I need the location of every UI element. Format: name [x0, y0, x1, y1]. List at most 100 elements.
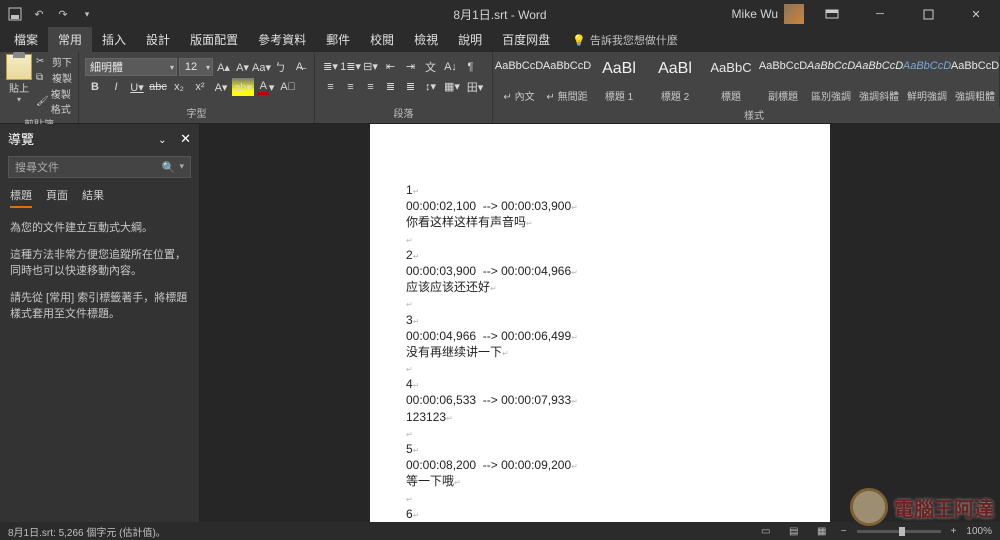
distributed-button[interactable]: ≣ [401, 78, 420, 95]
doc-line[interactable]: 2↵ [406, 247, 794, 263]
doc-line[interactable]: 等一下哦↵ [406, 473, 794, 489]
strike-button[interactable]: abc [148, 78, 168, 96]
doc-line[interactable]: 你看这样这样有声音吗↵ [406, 214, 794, 230]
tab-references[interactable]: 參考資料 [248, 27, 316, 52]
group-paragraph-label: 段落 [321, 105, 486, 123]
change-case-button[interactable]: Aa▾ [253, 59, 270, 76]
bullets-button[interactable]: ≣▾ [321, 58, 340, 75]
tab-insert[interactable]: 插入 [92, 27, 136, 52]
print-layout-icon[interactable]: ▤ [785, 524, 803, 538]
document-area[interactable]: 1↵00:00:02,100 --> 00:00:03,900↵你看这样这样有声… [200, 124, 1000, 522]
shading-button[interactable]: ▦▾ [441, 78, 463, 95]
nav-close-icon[interactable]: ✕ [180, 131, 191, 146]
tab-home[interactable]: 常用 [48, 27, 92, 52]
nav-dropdown-icon[interactable]: ⌄ [158, 135, 166, 146]
web-layout-icon[interactable]: ▦ [813, 524, 831, 538]
tell-me-label: 告訴我您想做什麼 [590, 32, 678, 48]
sort-button[interactable]: A↓ [441, 58, 460, 75]
doc-line[interactable]: 4↵ [406, 376, 794, 392]
tab-design[interactable]: 設計 [136, 27, 180, 52]
subscript-button[interactable]: x₂ [169, 78, 189, 96]
close-button[interactable]: ✕ [956, 0, 996, 28]
enclose-char-button[interactable]: A⃝ [278, 78, 298, 96]
superscript-button[interactable]: x² [190, 78, 210, 96]
zoom-out-button[interactable]: − [841, 526, 847, 537]
doc-line[interactable]: ↵ [406, 231, 794, 247]
styles-gallery[interactable]: AaBbCcD↵ 內文 AaBbCcD↵ 無間距 AaBl標題 1 AaBl標題… [495, 54, 1000, 107]
doc-line[interactable]: 5↵ [406, 441, 794, 457]
page[interactable]: 1↵00:00:02,100 --> 00:00:03,900↵你看这样这样有声… [370, 124, 830, 522]
qat-more-icon[interactable]: ▾ [76, 3, 98, 25]
zoom-level[interactable]: 100% [966, 526, 992, 537]
font-name-combo[interactable]: 細明體 [85, 58, 177, 76]
doc-line[interactable]: 00:00:04,966 --> 00:00:06,499↵ [406, 328, 794, 344]
tab-help[interactable]: 說明 [448, 27, 492, 52]
doc-line[interactable]: 6↵ [406, 506, 794, 522]
decrease-indent-button[interactable]: ⇤ [381, 58, 400, 75]
tab-layout[interactable]: 版面配置 [180, 27, 248, 52]
maximize-button[interactable] [908, 0, 948, 28]
justify-button[interactable]: ≣ [381, 78, 400, 95]
minimize-button[interactable]: ─ [860, 0, 900, 28]
align-center-button[interactable]: ≡ [341, 78, 360, 95]
doc-line[interactable]: ↵ [406, 425, 794, 441]
zoom-slider[interactable] [857, 530, 941, 533]
paste-button[interactable]: 貼上 ▾ [6, 54, 32, 116]
status-left[interactable]: 8月1日.srt: 5,266 個字元 (估計值)。 [8, 524, 166, 539]
tab-mailings[interactable]: 郵件 [316, 27, 360, 52]
font-size-combo[interactable]: 12 [179, 58, 213, 76]
tell-me[interactable]: 💡 告訴我您想做什麼 [560, 28, 690, 52]
doc-line[interactable]: ↵ [406, 295, 794, 311]
doc-line[interactable]: ↵ [406, 360, 794, 376]
doc-line[interactable]: 3↵ [406, 312, 794, 328]
tab-file[interactable]: 檔案 [4, 27, 48, 52]
undo-icon[interactable]: ↶ [28, 3, 50, 25]
shrink-font-button[interactable]: A▾ [234, 59, 251, 76]
doc-line[interactable]: 1↵ [406, 182, 794, 198]
copy-button[interactable]: ⧉複製 [36, 70, 72, 85]
phonetic-guide-button[interactable]: ㄅ [272, 59, 289, 76]
bold-button[interactable]: B [85, 78, 105, 96]
nav-tab-headings[interactable]: 標題 [10, 187, 32, 208]
account-button[interactable]: Mike Wu [732, 4, 804, 24]
scissors-icon: ✂ [36, 56, 50, 68]
multilevel-button[interactable]: ⊟▾ [361, 58, 380, 75]
ribbon-options-icon[interactable] [812, 0, 852, 28]
font-color-button[interactable]: A▾ [255, 78, 277, 96]
nav-tab-pages[interactable]: 頁面 [46, 187, 68, 208]
borders-button[interactable]: 田▾ [464, 78, 486, 95]
doc-line[interactable]: 00:00:06,533 --> 00:00:07,933↵ [406, 392, 794, 408]
doc-line[interactable]: 00:00:02,100 --> 00:00:03,900↵ [406, 198, 794, 214]
nav-search-input[interactable]: 搜尋文件 🔍▾ [8, 156, 191, 178]
zoom-in-button[interactable]: + [951, 526, 957, 537]
doc-line[interactable]: 123123↵ [406, 409, 794, 425]
text-direction-button[interactable]: 文 [421, 58, 440, 75]
doc-line[interactable]: 00:00:08,200 --> 00:00:09,200↵ [406, 457, 794, 473]
redo-icon[interactable]: ↷ [52, 3, 74, 25]
line-spacing-button[interactable]: ↕▾ [421, 78, 440, 95]
nav-tab-results[interactable]: 結果 [82, 187, 104, 208]
cut-button[interactable]: ✂剪下 [36, 54, 72, 69]
text-effects-button[interactable]: A▾ [211, 78, 231, 96]
highlight-button[interactable]: ab▾ [232, 78, 254, 96]
tab-view[interactable]: 檢視 [404, 27, 448, 52]
doc-line[interactable]: 没有再继续讲一下↵ [406, 344, 794, 360]
show-marks-button[interactable]: ¶ [461, 58, 480, 75]
doc-line[interactable]: 应该应该还还好↵ [406, 279, 794, 295]
numbering-button[interactable]: 1≣▾ [341, 58, 360, 75]
tab-review[interactable]: 校閱 [360, 27, 404, 52]
doc-line[interactable]: 00:00:03,900 --> 00:00:04,966↵ [406, 263, 794, 279]
align-left-button[interactable]: ≡ [321, 78, 340, 95]
tab-baidu[interactable]: 百度网盘 [492, 27, 560, 52]
underline-button[interactable]: U▾ [127, 78, 147, 96]
clear-formatting-button[interactable]: A̶ [291, 59, 308, 76]
grow-font-button[interactable]: A▴ [215, 59, 232, 76]
save-icon[interactable] [4, 3, 26, 25]
increase-indent-button[interactable]: ⇥ [401, 58, 420, 75]
read-mode-icon[interactable]: ▭ [757, 524, 775, 538]
format-painter-button[interactable]: 🖌複製格式 [36, 86, 72, 116]
italic-button[interactable]: I [106, 78, 126, 96]
align-right-button[interactable]: ≡ [361, 78, 380, 95]
brush-icon: 🖌 [36, 95, 49, 107]
doc-line[interactable]: ↵ [406, 490, 794, 506]
